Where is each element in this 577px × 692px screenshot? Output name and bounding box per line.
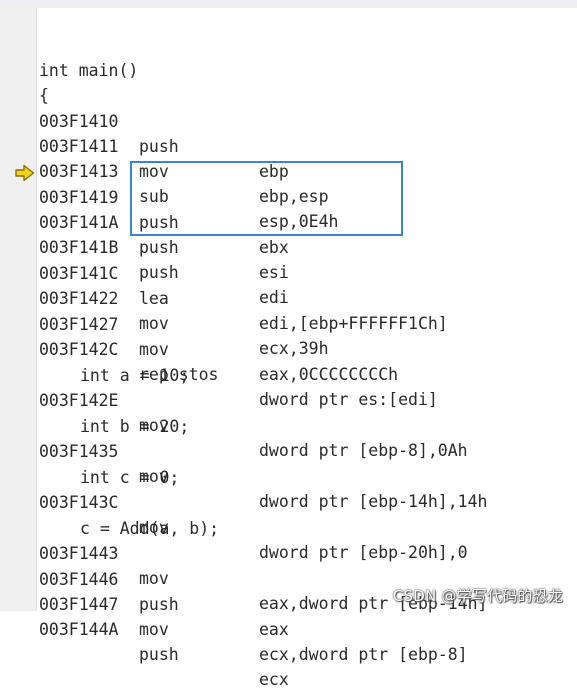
watermark-text: CSDN @学写代码的恐龙	[392, 587, 563, 605]
disasm-operands: ecx,dword ptr [ebp-8]	[259, 645, 468, 664]
source-line: int main()	[39, 33, 138, 80]
disasm-operands: ecx,39h	[259, 339, 329, 358]
disasm-row[interactable]: 003F141A push esi	[39, 185, 289, 282]
disasm-mnemonic: push	[139, 595, 179, 614]
source-line: int c = 0;	[39, 440, 179, 487]
disasm-address: 003F144A	[39, 620, 119, 639]
disasm-row[interactable]: 003F1427 mov eax,0CCCCCCCCh	[39, 287, 398, 384]
source-line: int a = 10;	[39, 338, 189, 385]
disasm-operands: ecx	[259, 670, 289, 689]
source-line: c = Add(a, b);	[39, 491, 219, 538]
disasm-mnemonic: mov	[139, 314, 169, 333]
disasm-mnemonic: push	[139, 263, 179, 282]
disasm-operands: ebp	[259, 162, 289, 181]
disasm-mnemonic: sub	[139, 187, 169, 206]
disasm-row[interactable]: 003F142E mov dword ptr [ebp-8],0Ah	[39, 363, 468, 460]
disasm-operands: dword ptr [ebp-8],0Ah	[259, 441, 468, 460]
disasm-operands: eax,0CCCCCCCCh	[259, 365, 399, 384]
source-text: int b = 20;	[80, 417, 190, 436]
disasm-operands: edi	[259, 288, 289, 307]
disasm-row[interactable]: 003F1413 sub esp,0E4h	[39, 134, 338, 231]
disasm-operands: esi	[259, 263, 289, 282]
disasm-row[interactable]: 003F1447 mov ecx,dword ptr [ebp-8]	[39, 567, 468, 664]
disasm-mnemonic: mov	[139, 340, 169, 359]
disasm-operands: eax	[259, 620, 289, 639]
disasm-row[interactable]: 003F142C rep stos dword ptr es:[edi]	[39, 312, 438, 409]
disasm-row-current[interactable]: 003F1419 push ebx	[39, 160, 289, 257]
disasm-mnemonic: push	[139, 238, 179, 257]
disasm-row[interactable]: 003F141C lea edi,[ebp+FFFFFF1Ch]	[39, 236, 448, 333]
disasm-operands: edi,[ebp+FFFFFF1Ch]	[259, 314, 448, 333]
disasm-row[interactable]: 003F144A push ecx	[39, 592, 289, 689]
disasm-mnemonic: lea	[139, 289, 169, 308]
source-text: c = Add(a, b);	[80, 519, 220, 538]
instruction-pointer-arrow-icon	[15, 164, 35, 182]
disasm-operands: ebp,esp	[259, 187, 329, 206]
disasm-mnemonic: push	[139, 645, 179, 664]
disasm-mnemonic: mov	[139, 620, 169, 639]
disasm-mnemonic: push	[139, 137, 179, 156]
disasm-mnemonic: mov	[139, 162, 169, 181]
disasm-mnemonic: push	[139, 213, 179, 232]
source-line: {	[39, 58, 59, 105]
disasm-row[interactable]: 003F143C mov dword ptr [ebp-20h],0	[39, 465, 468, 562]
source-text: int c = 0;	[80, 468, 180, 487]
disasm-operands: esp,0E4h	[259, 212, 339, 231]
breakpoint-gutter[interactable]	[0, 8, 37, 611]
source-text: int a = 10;	[80, 366, 190, 385]
disasm-row[interactable]: 003F1410 push ebp	[39, 84, 289, 181]
disasm-operands: dword ptr [ebp-14h],14h	[259, 492, 488, 511]
disasm-row[interactable]: 003F1446 push eax	[39, 542, 289, 639]
disasm-mnemonic: mov	[139, 569, 169, 588]
source-line: int b = 20;	[39, 389, 189, 436]
disasm-row[interactable]: 003F141B push edi	[39, 210, 289, 307]
disasm-operands: ebx	[259, 238, 289, 257]
disasm-row[interactable]: 003F1422 mov ecx,39h	[39, 261, 329, 358]
disasm-row[interactable]: 003F1435 mov dword ptr [ebp-14h],14h	[39, 414, 487, 511]
disasm-row[interactable]: 003F1411 mov ebp,esp	[39, 109, 329, 206]
disasm-operands: dword ptr es:[edi]	[259, 390, 438, 409]
disasm-row[interactable]: 003F1443 mov eax,dword ptr [ebp-14h]	[39, 516, 487, 613]
disasm-operands: dword ptr [ebp-20h],0	[259, 543, 468, 562]
